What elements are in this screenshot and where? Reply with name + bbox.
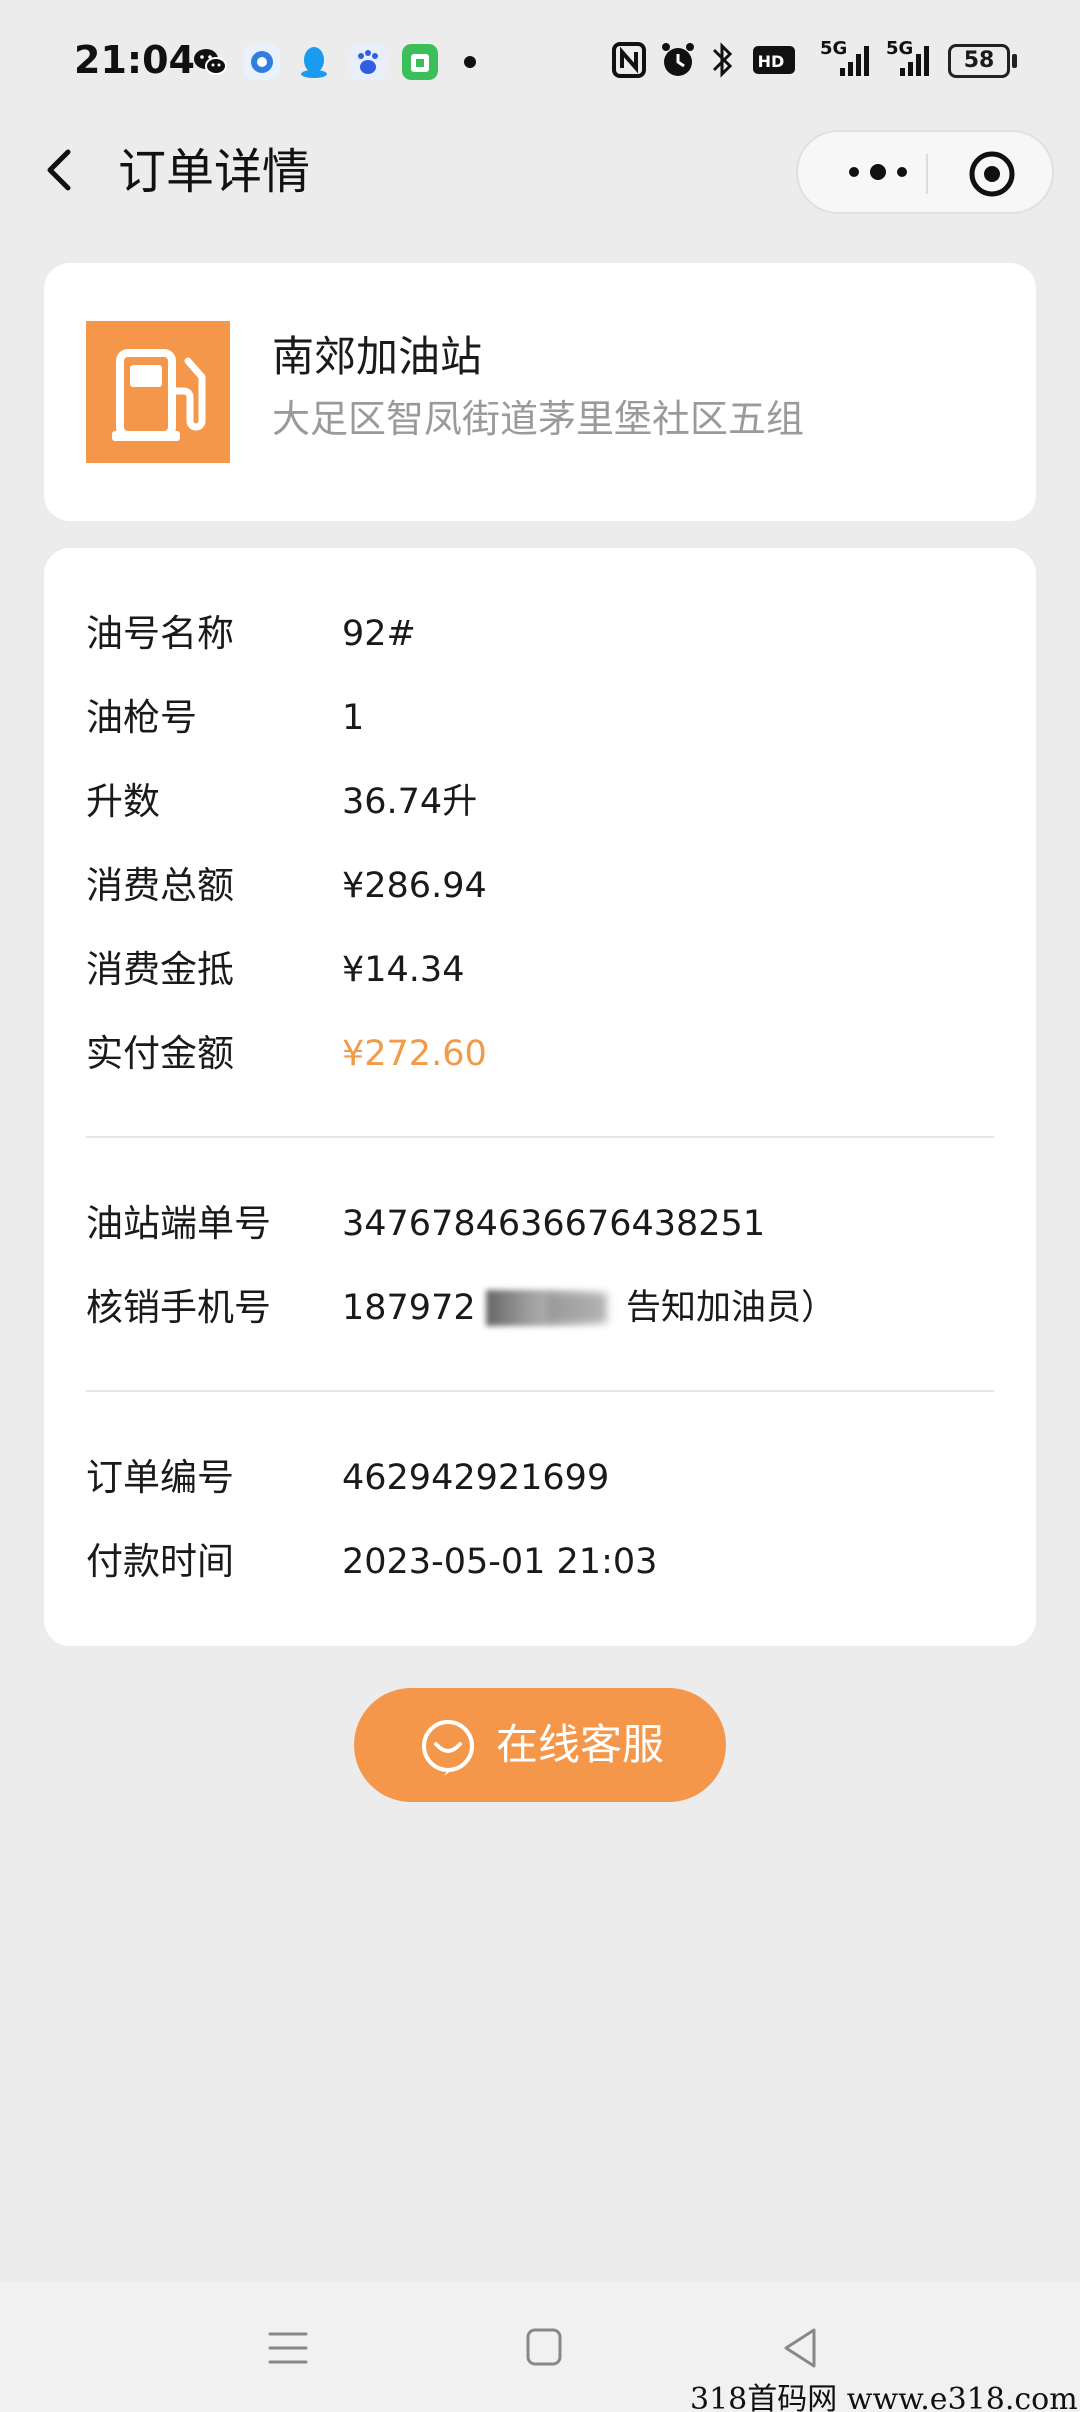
hd-icon: HD — [753, 46, 795, 74]
bluetooth-icon — [712, 42, 733, 78]
detail-row-discount: 消费金抵 ¥14.34 — [86, 942, 1006, 998]
row-value: ¥14.34 — [342, 950, 465, 990]
triangle-back-icon[interactable] — [772, 2322, 832, 2374]
section-divider — [86, 1136, 994, 1138]
page-title: 订单详情 — [118, 144, 311, 200]
row-value: 2023-05-01 21:03 — [342, 1542, 658, 1582]
station-card: 南郊加油站 大足区智凤街道茅里堡社区五组 — [44, 263, 1036, 521]
station-address: 大足区智凤街道茅里堡社区五组 — [272, 397, 805, 441]
mini-program-capsule — [796, 130, 1054, 214]
battery-icon: 58 — [948, 44, 1010, 78]
square-home-icon[interactable] — [514, 2322, 574, 2374]
detail-row-order-no: 订单编号 462942921699 — [86, 1450, 1006, 1506]
nfc-icon — [612, 42, 646, 78]
baidu-icon — [350, 44, 386, 80]
notification-dot-icon — [464, 56, 476, 68]
station-name: 南郊加油站 — [272, 332, 483, 381]
row-label: 核销手机号 — [86, 1286, 271, 1329]
wechat-icon — [194, 49, 227, 75]
svg-text:HD: HD — [758, 52, 785, 71]
capsule-divider — [926, 154, 928, 194]
detail-row-station-order: 油站端单号 3476784636676438251 — [86, 1196, 1006, 1252]
detail-row-total: 消费总额 ¥286.94 — [86, 858, 1006, 914]
browser-app-icon — [244, 44, 280, 80]
order-detail-card: 油号名称 92# 油枪号 1 升数 36.74升 消费总额 ¥286.94 消费… — [44, 548, 1036, 1646]
row-label: 实付金额 — [86, 1032, 234, 1075]
detail-row-paid: 实付金额 ¥272.60 — [86, 1026, 1006, 1082]
detail-row-fuel-grade: 油号名称 92# — [86, 606, 1006, 662]
row-value: 92# — [342, 614, 416, 654]
row-value: 36.74升 — [342, 782, 478, 822]
more-dots-icon[interactable] — [838, 152, 918, 192]
row-label: 消费金抵 — [86, 948, 234, 991]
green-app-icon — [402, 44, 438, 80]
menu-icon[interactable] — [258, 2322, 318, 2374]
chevron-left-icon[interactable] — [36, 140, 86, 200]
fuel-pump-icon — [112, 349, 206, 441]
signal-icon-1 — [840, 46, 869, 76]
online-service-button[interactable]: 在线客服 — [354, 1688, 726, 1802]
section-divider — [86, 1390, 994, 1392]
row-label: 油站端单号 — [86, 1202, 271, 1245]
phone-prefix: 187972 — [342, 1288, 476, 1328]
paid-amount: ¥272.60 — [342, 1034, 487, 1074]
detail-row-nozzle: 油枪号 1 — [86, 690, 1006, 746]
redaction-mask-shade — [546, 1294, 606, 1322]
detail-row-phone: 核销手机号 187972 告知加油员） — [86, 1280, 1006, 1336]
status-time: 21:04 — [74, 38, 195, 82]
chat-smile-icon — [422, 1719, 474, 1776]
row-label: 油号名称 — [86, 612, 234, 655]
status-bar: 21:04 HD 5G 5G 58 — [0, 0, 1080, 124]
phone-suffix: 告知加油员） — [626, 1288, 837, 1328]
alarm-icon — [662, 43, 694, 76]
target-close-icon[interactable] — [968, 150, 1016, 198]
row-value: 3476784636676438251 — [342, 1204, 766, 1244]
qq-icon — [301, 47, 327, 78]
signal-icon-2 — [900, 46, 929, 76]
row-label: 升数 — [86, 780, 160, 823]
row-label: 消费总额 — [86, 864, 234, 907]
row-value: 1 — [342, 698, 365, 738]
row-value: ¥286.94 — [342, 866, 487, 906]
row-label: 订单编号 — [86, 1456, 234, 1499]
detail-row-pay-time: 付款时间 2023-05-01 21:03 — [86, 1534, 1006, 1590]
row-label: 付款时间 — [86, 1540, 234, 1583]
station-logo — [86, 321, 230, 463]
row-value: 462942921699 — [342, 1458, 610, 1498]
battery-tip — [1012, 54, 1017, 68]
site-watermark: 318首码网 www.e318.com — [690, 2382, 1078, 2412]
detail-row-liters: 升数 36.74升 — [86, 774, 1006, 830]
online-service-label: 在线客服 — [496, 1720, 665, 1769]
row-label: 油枪号 — [86, 696, 197, 739]
